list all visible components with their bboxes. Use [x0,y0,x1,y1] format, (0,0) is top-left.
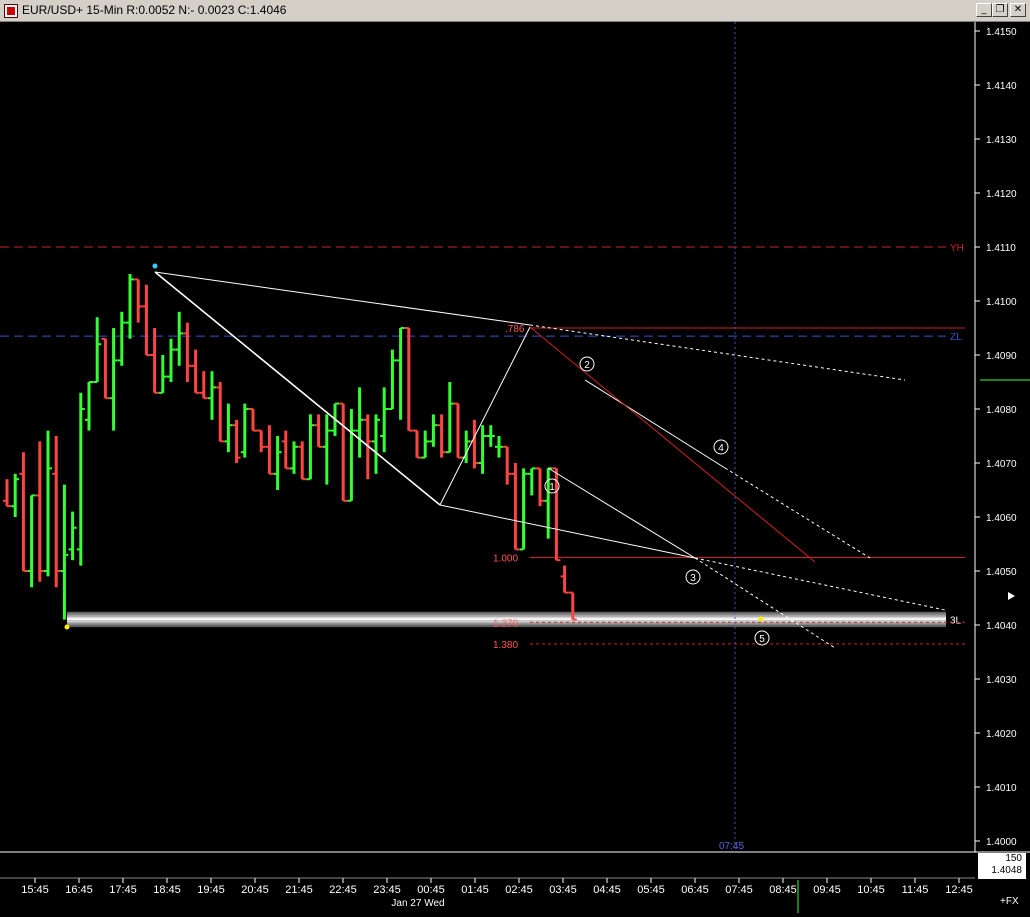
time-tick-label: 19:45 [197,884,225,896]
time-tick-label: 20:45 [241,884,269,896]
price-tick-label: 1.4150 [986,27,1017,38]
price-tick-label: 1.4030 [986,675,1017,686]
time-tick-label: 16:45 [65,884,93,896]
fib-level-label: 1.270 [493,618,518,629]
window-titlebar: EUR/USD+ 15-Min R:0.0052 N:- 0.0023 C:1.… [0,0,1030,22]
wave-label: 4 [718,443,724,454]
price-tick-label: 1.4120 [986,189,1017,200]
swing-high-dot [152,263,158,269]
swing-low-dot [64,624,70,630]
time-tick-label: 09:45 [813,884,841,896]
chart-area[interactable]: YH ZL 3L .786 1.000 1.270 1.380 07:45 1 2 3 4 5 1.4… [0,22,1030,913]
time-tick-label: 05:45 [637,884,665,896]
app-icon [4,4,18,18]
fib-level-label: 1.000 [493,554,518,565]
fx-label: +FX [1000,896,1019,907]
wave-label: 5 [759,634,765,645]
time-tick-label: 23:45 [373,884,401,896]
price-tick-label: 1.4060 [986,513,1017,524]
time-tick-label: 15:45 [21,884,49,896]
price-tick-label: 1.4140 [986,81,1017,92]
time-tick-label: 21:45 [285,884,313,896]
window-title: EUR/USD+ 15-Min R:0.0052 N:- 0.0023 C:1.… [22,3,287,17]
wave-label: 1 [549,482,555,493]
restore-button[interactable]: ❐ [992,3,1008,17]
time-tick-label: 10:45 [857,884,885,896]
time-tick-label: 01:45 [461,884,489,896]
price-tick-label: 1.4090 [986,351,1017,362]
price-tick-label: 1.4020 [986,729,1017,740]
time-tick-label: 11:45 [902,884,929,896]
last-price-label: 1.4048 [991,865,1022,876]
time-tick-label: 08:45 [769,884,797,896]
price-tick-label: 1.4010 [986,783,1017,794]
price-chart[interactable]: YH ZL 3L .786 1.000 1.270 1.380 07:45 1 2 3 4 5 1.4… [0,22,1030,913]
price-tick-label: 1.4100 [986,297,1017,308]
time-tick-label: 04:45 [593,884,621,896]
minimize-button[interactable]: _ [976,3,992,17]
time-tick-label: 06:45 [681,884,709,896]
price-tick-label: 1.4040 [986,621,1017,632]
price-tick-label: 1.4070 [986,459,1017,470]
time-tick-label: 18:45 [153,884,181,896]
price-tick-label: 1.4130 [986,135,1017,146]
time-tick-label: 22:45 [329,884,357,896]
price-tick-label: 1.4110 [986,243,1016,254]
time-cursor-label: 07:45 [719,841,744,852]
date-label: Jan 27 Wed [391,898,444,909]
price-tick-label: 1.4080 [986,405,1017,416]
price-info-box: 150 1.4048 [978,853,1026,879]
price-tick-label: 1.4050 [986,567,1017,578]
time-tick-label: 00:45 [417,884,445,896]
fib-level-label: .786 [505,324,525,335]
current-low-dot [758,616,764,622]
wave-label: 3 [690,573,696,584]
bar-count-label: 150 [1005,853,1022,864]
time-tick-label: 17:45 [109,884,137,896]
time-tick-label: 07:45 [725,884,753,896]
line-yh-label: YH [950,243,964,254]
time-tick-label: 12:45 [945,884,973,896]
time-tick-label: 02:45 [505,884,533,896]
line-zl-label: ZL [950,332,962,343]
band-3l-label: 3L [950,616,962,627]
time-tick-label: 03:45 [549,884,577,896]
close-button[interactable]: ✕ [1010,3,1026,17]
wave-label: 2 [584,360,590,371]
price-tick-label: 1.4000 [986,837,1017,848]
fib-level-label: 1.380 [493,640,518,651]
